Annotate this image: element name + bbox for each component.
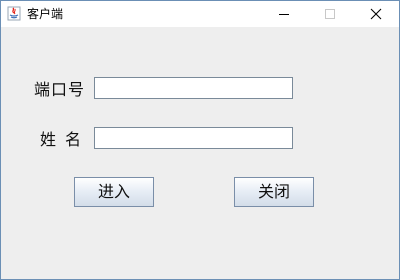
client-window: 客户端 端口号 姓名 进入 关闭 xyxy=(0,0,400,280)
form-panel: 端口号 姓名 进入 关闭 xyxy=(1,27,399,279)
port-label: 端口号 xyxy=(34,80,86,99)
close-icon xyxy=(370,5,382,24)
minimize-button[interactable] xyxy=(261,1,307,27)
maximize-icon xyxy=(324,5,336,24)
close-button[interactable]: 关闭 xyxy=(234,177,314,207)
window-title: 客户端 xyxy=(27,7,64,21)
minimize-icon xyxy=(278,5,290,24)
java-app-icon xyxy=(7,6,21,21)
name-label: 姓名 xyxy=(40,130,91,149)
maximize-button[interactable] xyxy=(307,1,353,27)
close-window-button[interactable] xyxy=(353,1,399,27)
port-input[interactable] xyxy=(94,77,293,99)
title-bar[interactable]: 客户端 xyxy=(1,1,399,27)
name-input[interactable] xyxy=(94,127,293,149)
enter-button[interactable]: 进入 xyxy=(74,177,154,207)
